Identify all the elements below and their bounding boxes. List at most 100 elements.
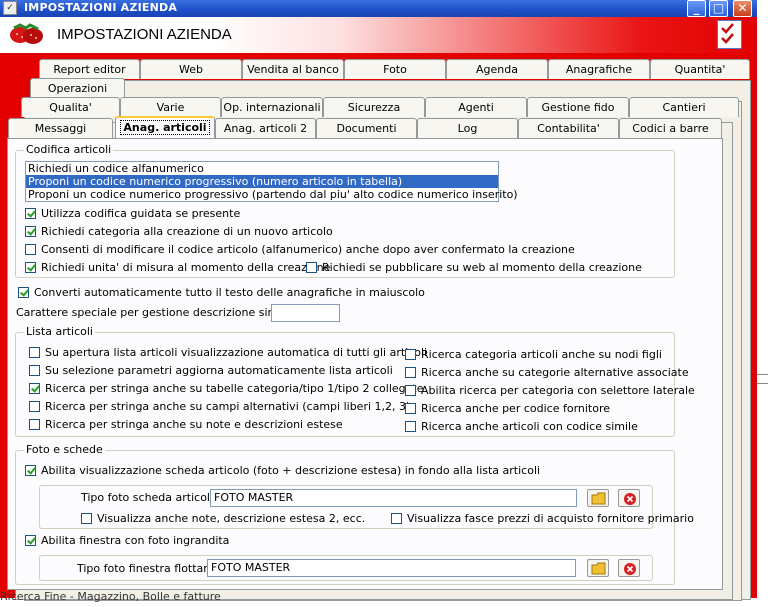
visualizza-fasce-prezzi-checkbox[interactable]: Visualizza fasce prezzi di acquisto forn…	[391, 512, 694, 526]
tab-log[interactable]: Log	[417, 118, 518, 138]
consenti-modificare-codice-checkbox[interactable]: Consenti di modificare il codice articol…	[25, 243, 575, 257]
tab-gestione-fido[interactable]: Gestione fido	[527, 97, 629, 117]
richiedi-categoria-checkbox[interactable]: Richiedi categoria alla creazione di un …	[25, 225, 333, 239]
checkbox-label: Ricerca per stringa anche su note e desc…	[45, 418, 343, 431]
richiedi-pubblicare-web-checkbox[interactable]: Richiedi se pubblicare su web al momento…	[306, 261, 642, 275]
aggiorna-automaticamente-checkbox[interactable]: Su selezione parametri aggiorna automati…	[29, 364, 393, 378]
clear-tipo-finestra-button[interactable]	[618, 559, 640, 577]
ricerca-note-descrizioni-checkbox[interactable]: Ricerca per stringa anche su note e desc…	[29, 418, 343, 432]
checkbox-empty-icon	[391, 513, 402, 524]
header-banner: IMPOSTAZIONI AZIENDA	[0, 17, 757, 53]
folder-icon	[591, 492, 606, 505]
abilita-scheda-articolo-checkbox[interactable]: Abilita visualizzazione scheda articolo …	[25, 464, 540, 478]
tab-foto[interactable]: Foto	[344, 59, 446, 79]
visualizza-note-checkbox[interactable]: Visualizza anche note, descrizione estes…	[81, 512, 365, 526]
minimize-button[interactable]: _	[687, 0, 706, 17]
tab-qualita[interactable]: Qualita'	[21, 97, 120, 117]
tab-panel-anag-articoli: Codifica articoli Richiedi un codice alf…	[7, 138, 723, 590]
checkbox-label: Su selezione parametri aggiorna automati…	[45, 364, 393, 377]
checkbox-label: Utilizza codifica guidata se presente	[41, 207, 241, 220]
tipo-foto-finestra-label: Tipo foto finestra flottante :	[77, 562, 229, 575]
codice-fornitore-checkbox[interactable]: Ricerca anche per codice fornitore	[405, 402, 610, 416]
background-window-edge	[757, 374, 768, 375]
tab-contabilita[interactable]: Contabilita'	[518, 118, 619, 138]
checkbox-label: Abilita visualizzazione scheda articolo …	[41, 464, 541, 477]
checkbox-label: Richiedi se pubblicare su web al momento…	[322, 261, 642, 274]
checkbox-empty-icon	[81, 513, 92, 524]
checkbox-label: Ricerca per stringa anche su campi alter…	[45, 400, 411, 413]
tab-anag-articoli-label: Anag. articoli	[120, 120, 210, 135]
codifica-option-selected[interactable]: Proponi un codice numerico progressivo (…	[26, 175, 498, 188]
browse-tipo-scheda-button[interactable]	[587, 489, 609, 507]
selettore-laterale-checkbox[interactable]: Abilita ricerca per categoria con selett…	[405, 384, 695, 398]
checkbox-empty-icon	[405, 421, 416, 432]
checkbox-label: Ricerca categoria articoli anche su nodi…	[421, 348, 662, 361]
tab-op-internazionali[interactable]: Op. internazionali	[221, 97, 323, 117]
checkbox-empty-icon	[306, 262, 317, 273]
abilita-finestra-foto-checkbox[interactable]: Abilita finestra con foto ingrandita	[25, 534, 229, 548]
codifica-options-list[interactable]: Richiedi un codice alfanumerico Proponi …	[25, 161, 518, 202]
tab-anag-articoli-2[interactable]: Anag. articoli 2	[215, 118, 316, 138]
codifica-articoli-group: Codifica articoli Richiedi un codice alf…	[15, 144, 675, 278]
background-window-edge	[757, 383, 768, 384]
tab-vendita-al-banco[interactable]: Vendita al banco	[242, 59, 344, 79]
tab-documenti[interactable]: Documenti	[316, 118, 417, 138]
checkbox-checked-icon	[25, 535, 36, 546]
tab-report-editor[interactable]: Report editor	[39, 59, 140, 79]
checkbox-label: Visualizza fasce prezzi di acquisto forn…	[407, 512, 694, 525]
checkbox-empty-icon	[29, 365, 40, 376]
codifica-option[interactable]: Proponi un codice numerico progressivo (…	[26, 188, 518, 201]
maximize-button[interactable]: □	[709, 0, 728, 17]
checkbox-empty-icon	[405, 385, 416, 396]
utilizza-codifica-guidata-checkbox[interactable]: Utilizza codifica guidata se presente	[25, 207, 240, 221]
checkbox-empty-icon	[25, 244, 36, 255]
checkbox-empty-icon	[29, 401, 40, 412]
tab-anag-articoli[interactable]: Anag. articoli	[115, 116, 215, 138]
checkbox-label: Ricerca per stringa anche su tabelle cat…	[45, 382, 424, 395]
clear-tipo-scheda-button[interactable]	[618, 489, 640, 507]
strawberry-icon	[10, 23, 43, 44]
tab-quantita[interactable]: Quantita'	[650, 59, 750, 79]
ricerca-tabelle-categoria-checkbox[interactable]: Ricerca per stringa anche su tabelle cat…	[29, 382, 423, 396]
close-button[interactable]: ✕	[733, 0, 752, 17]
tab-operazioni[interactable]: Operazioni	[30, 78, 125, 98]
checkbox-checked-icon	[25, 262, 36, 273]
tab-cantieri[interactable]: Cantieri	[629, 97, 739, 117]
window-title: IMPOSTAZIONI AZIENDA	[24, 1, 178, 14]
title-bar[interactable]: ✓ IMPOSTAZIONI AZIENDA _ □ ✕	[0, 0, 757, 17]
checkbox-label: Ricerca anche articoli con codice simile	[421, 420, 638, 433]
categorie-alternative-checkbox[interactable]: Ricerca anche su categorie alternative a…	[405, 366, 689, 380]
checkbox-checked-icon	[25, 226, 36, 237]
codice-simile-checkbox[interactable]: Ricerca anche articoli con codice simile	[405, 420, 638, 434]
delete-icon	[624, 493, 636, 505]
tab-sicurezza[interactable]: Sicurezza	[323, 97, 425, 117]
ricerca-nodi-figli-checkbox[interactable]: Ricerca categoria articoli anche su nodi…	[405, 348, 662, 362]
tipo-foto-scheda-input[interactable]: FOTO MASTER	[210, 489, 577, 507]
checkbox-label: Abilita finestra con foto ingrandita	[41, 534, 230, 547]
codifica-option[interactable]: Richiedi un codice alfanumerico	[26, 162, 498, 175]
ricerca-campi-alternativi-checkbox[interactable]: Ricerca per stringa anche su campi alter…	[29, 400, 410, 414]
richiedi-unita-misura-checkbox[interactable]: Richiedi unita' di misura al momento del…	[25, 261, 330, 275]
converti-maiuscolo-checkbox[interactable]: Converti automaticamente tutto il testo …	[18, 286, 425, 300]
finestra-options-box: Tipo foto finestra flottante : FOTO MAST…	[39, 555, 653, 581]
tipo-foto-finestra-input[interactable]: FOTO MASTER	[207, 559, 576, 577]
tab-messaggi[interactable]: Messaggi	[8, 118, 113, 138]
tipo-foto-scheda-label: Tipo foto scheda articolo :	[81, 491, 224, 504]
tab-agenti[interactable]: Agenti	[425, 97, 527, 117]
tab-codici-a-barre[interactable]: Codici a barre	[619, 118, 722, 138]
tab-anagrafiche[interactable]: Anagrafiche	[548, 59, 650, 79]
checkbox-label: Consenti di modificare il codice articol…	[41, 243, 575, 256]
save-settings-button[interactable]	[717, 20, 742, 49]
foto-e-schede-group: Foto e schede Abilita visualizzazione sc…	[15, 444, 694, 585]
tab-agenda[interactable]: Agenda	[446, 59, 548, 79]
codifica-articoli-title: Codifica articoli	[24, 143, 114, 156]
visualizzazione-automatica-checkbox[interactable]: Su apertura lista articoli visualizzazio…	[29, 346, 427, 360]
browse-tipo-finestra-button[interactable]	[587, 559, 609, 577]
tab-varie[interactable]: Varie	[120, 97, 221, 117]
tab-web[interactable]: Web	[140, 59, 242, 79]
delete-icon	[624, 563, 636, 575]
checkbox-label: Su apertura lista articoli visualizzazio…	[45, 346, 428, 359]
carattere-speciale-input[interactable]	[271, 304, 340, 322]
scheda-options-box: Tipo foto scheda articolo : FOTO MASTER …	[39, 485, 694, 529]
lista-articoli-group: Lista articoli Su apertura lista articol…	[15, 326, 695, 437]
